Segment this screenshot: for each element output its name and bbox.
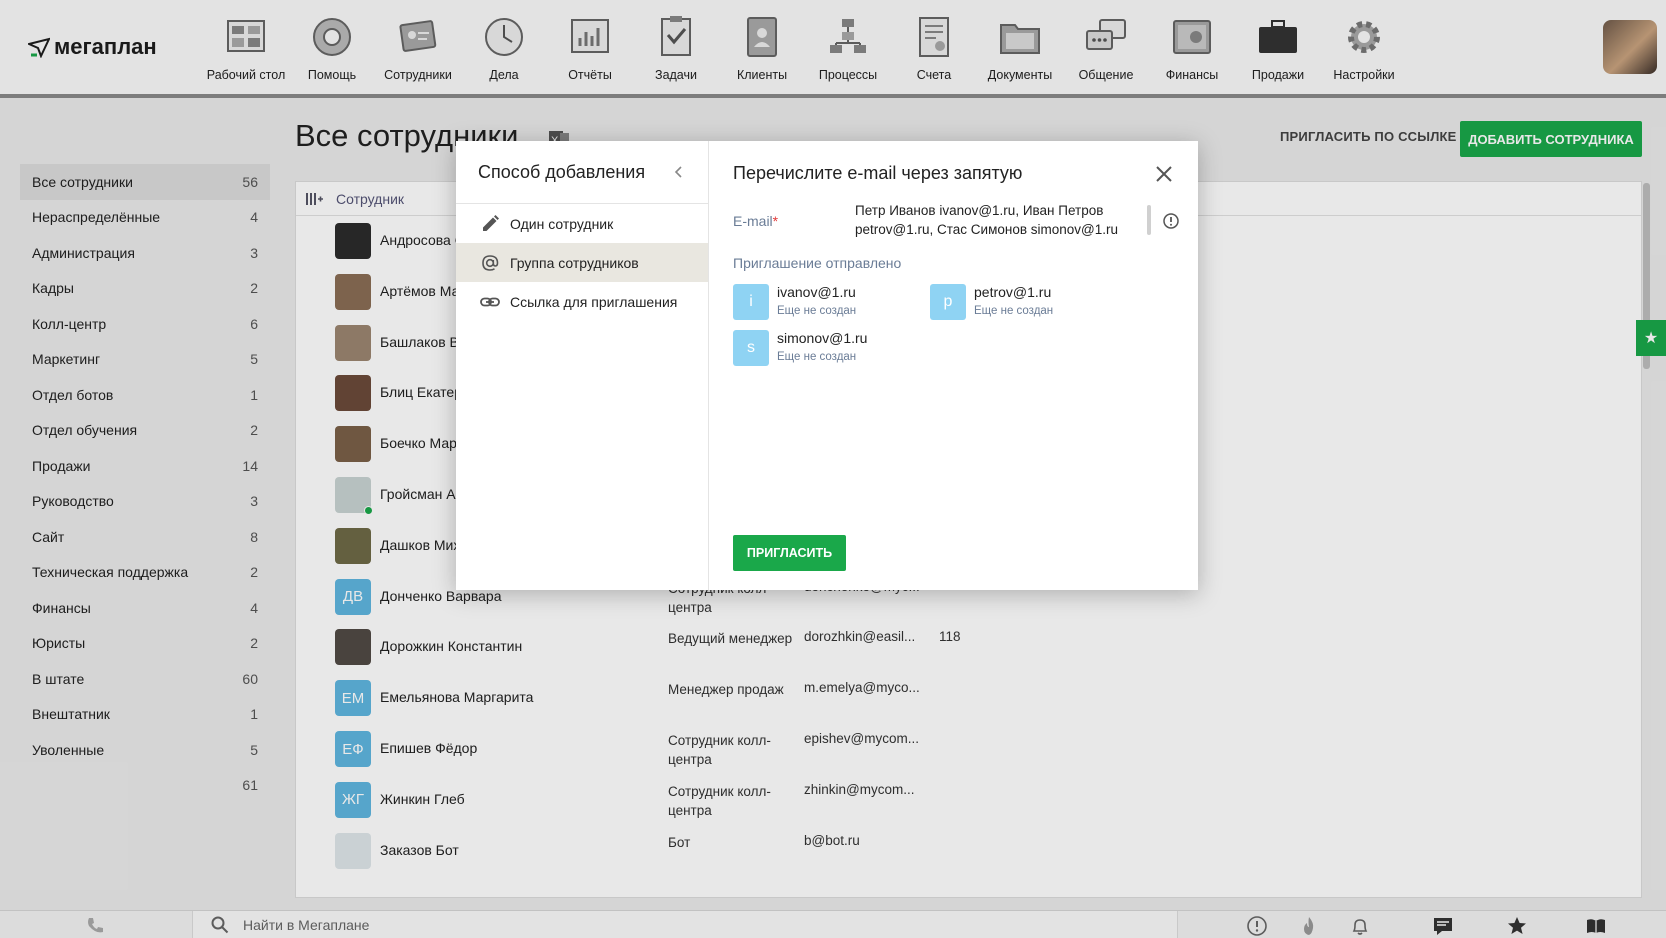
invitee-item: p petrov@1.ru Еще не создан — [930, 284, 1130, 324]
add-employees-dialog: Способ добавления Один сотрудник Группа … — [456, 141, 1198, 590]
email-textarea[interactable]: Петр Иванов ivanov@1.ru, Иван Петров pet… — [855, 201, 1135, 239]
link-icon — [480, 297, 500, 306]
email-field-label: E-mail* — [733, 213, 779, 229]
invitee-status: Еще не создан — [777, 305, 857, 317]
invitee-avatar: s — [733, 330, 769, 366]
email-textarea-scrollbar[interactable] — [1147, 205, 1151, 235]
invitee-email: petrov@1.ru — [974, 284, 1052, 300]
chevron-left-icon[interactable] — [672, 165, 686, 179]
add-method-panel: Способ добавления Один сотрудник Группа … — [456, 141, 709, 590]
at-sign-icon — [482, 254, 499, 271]
invitee-email: ivanov@1.ru — [777, 284, 856, 300]
option-label: Один сотрудник — [510, 215, 614, 232]
option-single-employee[interactable]: Один сотрудник — [456, 204, 708, 243]
invitee-item: s simonov@1.ru Еще не создан — [733, 330, 933, 370]
required-mark: * — [772, 213, 779, 229]
option-label: Группа сотрудников — [510, 254, 639, 271]
add-method-title: Способ добавления — [478, 161, 646, 182]
invitation-sent-label: Приглашение отправлено — [733, 255, 902, 271]
email-invite-panel: Перечислите e-mail через запятую E-mail*… — [709, 141, 1198, 590]
option-label: Ссылка для приглашения — [510, 293, 678, 310]
invitee-avatar: i — [733, 284, 769, 320]
invitee-avatar: p — [930, 284, 966, 320]
pencil-icon — [483, 214, 499, 231]
invitee-email: simonov@1.ru — [777, 330, 868, 346]
invitee-status: Еще не создан — [974, 305, 1054, 317]
close-icon[interactable] — [1153, 163, 1175, 185]
invite-button[interactable]: ПРИГЛАСИТЬ — [733, 535, 846, 571]
email-panel-title: Перечислите e-mail через запятую — [733, 163, 1023, 183]
info-icon[interactable] — [1162, 212, 1180, 230]
option-invite-link[interactable]: Ссылка для приглашения — [456, 282, 708, 321]
add-method-header: Способ добавления — [456, 141, 708, 204]
option-employee-group[interactable]: Группа сотрудников — [456, 243, 708, 282]
invitee-status: Еще не создан — [777, 351, 857, 363]
invitee-item: i ivanov@1.ru Еще не создан — [733, 284, 933, 324]
